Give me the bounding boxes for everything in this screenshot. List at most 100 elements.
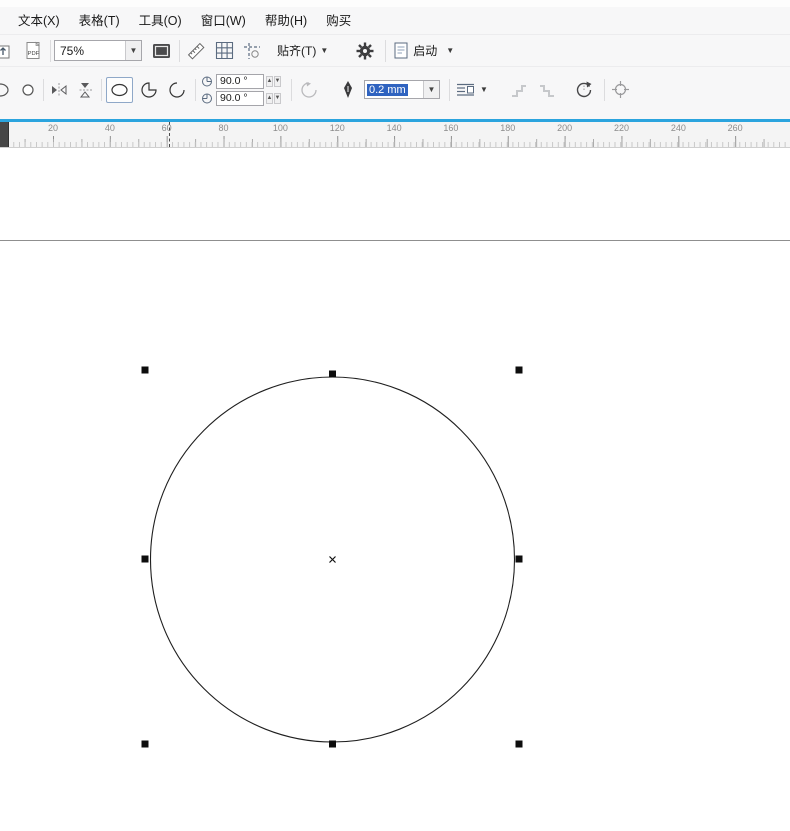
to-back-button[interactable] xyxy=(535,77,559,103)
outline-pen-icon xyxy=(344,81,352,98)
mirror-vertical-icon xyxy=(78,82,92,97)
end-angle-field[interactable]: 90.0 ° xyxy=(216,90,264,106)
zoom-level-combo[interactable]: 75% ▼ xyxy=(54,40,142,61)
ruler-tick-label: 240 xyxy=(670,123,686,133)
to-front-icon xyxy=(511,84,526,97)
outline-width-value: 0.2 mm xyxy=(367,83,408,96)
launch-label: 启动 xyxy=(413,44,438,58)
selection-handle-top-left[interactable] xyxy=(141,366,149,374)
start-angle-icon xyxy=(202,76,212,86)
change-direction-icon xyxy=(301,81,317,98)
toolbar-separator xyxy=(43,78,44,101)
selection-handle-bottom-center[interactable] xyxy=(329,740,336,748)
selection-overlay xyxy=(141,366,523,748)
toolbar-spacer xyxy=(0,112,790,119)
snap-to-button[interactable]: 贴齐(T) ▼ xyxy=(273,38,332,64)
grid-toggle-button[interactable] xyxy=(211,38,237,64)
toolbar-separator xyxy=(101,78,102,101)
mirror-horizontal-button[interactable] xyxy=(47,77,71,103)
selection-handle-bottom-left[interactable] xyxy=(141,740,149,748)
object-center-marker[interactable] xyxy=(329,556,336,563)
menu-buy[interactable]: 购买 xyxy=(326,14,351,28)
selection-handle-top-center[interactable] xyxy=(329,370,336,378)
end-angle-spinner[interactable]: ▲ ▼ xyxy=(266,92,281,104)
ruler-tick-label: 140 xyxy=(386,123,402,133)
toolbar-separator xyxy=(603,78,605,101)
ruler-tick-label: 180 xyxy=(500,123,516,133)
start-angle-spinner[interactable]: ▲ ▼ xyxy=(266,75,281,87)
grid-icon xyxy=(215,41,233,60)
drawing-canvas[interactable] xyxy=(0,148,790,831)
arc-mode-button[interactable] xyxy=(164,77,190,103)
arc-mode-icon xyxy=(169,81,185,98)
angle-controls: 90.0 ° ▲ ▼ 90.0 ° ▲ ▼ xyxy=(200,73,281,106)
zoom-level-value: 75% xyxy=(60,44,85,58)
ruler-tick-label: 200 xyxy=(557,123,573,133)
rotate-icon xyxy=(576,81,592,97)
selection-handle-middle-left[interactable] xyxy=(141,555,149,563)
ruler-tick-label: 160 xyxy=(443,123,459,133)
outline-width-icon-button[interactable] xyxy=(336,77,360,103)
mirror-horizontal-icon xyxy=(52,82,67,97)
end-angle-icon xyxy=(202,93,212,103)
start-angle-value: 90.0 ° xyxy=(220,75,248,87)
rotate-button[interactable] xyxy=(571,77,597,103)
selection-handle-bottom-right[interactable] xyxy=(515,740,523,748)
ruler-tick-label: 100 xyxy=(272,123,288,133)
pie-mode-icon xyxy=(141,81,157,98)
selection-handle-middle-right[interactable] xyxy=(515,555,523,563)
change-direction-button[interactable] xyxy=(296,77,322,103)
menu-window[interactable]: 窗口(W) xyxy=(201,14,246,28)
app-window: 文本(X) 表格(T) 工具(O) 窗口(W) 帮助(H) 购买 PDF 75%… xyxy=(0,0,790,831)
ruler-tick-label: 220 xyxy=(613,123,630,133)
menu-text[interactable]: 文本(X) xyxy=(18,14,60,28)
start-angle-field[interactable]: 90.0 ° xyxy=(216,73,264,89)
center-target-button[interactable] xyxy=(609,77,633,103)
to-front-button[interactable] xyxy=(507,77,531,103)
menu-table[interactable]: 表格(T) xyxy=(79,14,120,28)
circle-icon xyxy=(22,83,34,96)
guidelines-toggle-button[interactable] xyxy=(239,38,265,64)
standard-toolbar: PDF 75% ▼ 贴齐(T) ▼ 启动 ▼ xyxy=(0,35,790,67)
paste-icon[interactable] xyxy=(0,38,14,64)
end-angle-value: 90.0 ° xyxy=(220,92,248,104)
ruler-tick-label: 120 xyxy=(329,123,345,133)
circle-shape-button[interactable] xyxy=(16,77,40,103)
launch-doc-icon xyxy=(394,42,408,59)
wrap-text-icon xyxy=(457,83,474,96)
chevron-down-icon: ▼ xyxy=(320,45,329,55)
menu-help[interactable]: 帮助(H) xyxy=(265,14,307,28)
menu-bar: 文本(X) 表格(T) 工具(O) 窗口(W) 帮助(H) 购买 xyxy=(0,0,790,35)
ellipse-glyph xyxy=(0,82,9,97)
options-button[interactable] xyxy=(352,38,378,64)
wrap-text-button[interactable]: ▼ xyxy=(452,77,491,103)
chevron-down-icon: ▼ xyxy=(480,84,488,94)
paste-icon-glyph xyxy=(0,45,10,58)
guidelines-icon xyxy=(244,42,260,59)
horizontal-ruler[interactable]: 20 40 60 80 100 120 140 160 180 200 220 240 260 xyxy=(0,122,790,148)
toolbar-separator xyxy=(50,39,51,62)
gear-icon xyxy=(356,42,374,59)
pdf-icon: PDF xyxy=(26,41,40,59)
ruler-tick-label: 60 xyxy=(161,123,172,133)
ruler-tick-label: 260 xyxy=(727,123,743,133)
target-icon xyxy=(612,81,630,98)
zoom-dropdown-button[interactable]: ▼ xyxy=(125,41,141,60)
outline-width-combo[interactable]: 0.2 mm ▼ xyxy=(364,80,440,99)
publish-pdf-button[interactable]: PDF xyxy=(20,38,46,64)
outline-width-dropdown-button[interactable]: ▼ xyxy=(423,81,439,98)
rulers-toggle-button[interactable] xyxy=(183,38,209,64)
ellipse-mode-button[interactable] xyxy=(106,76,133,103)
pie-mode-button[interactable] xyxy=(136,77,162,103)
toolbar-separator xyxy=(179,39,180,62)
chevron-down-icon: ▼ xyxy=(446,45,455,55)
ellipse-mode-icon xyxy=(111,83,128,96)
mirror-vertical-button[interactable] xyxy=(73,77,97,103)
fullscreen-preview-button[interactable] xyxy=(148,38,174,64)
ruler-tick-label: 20 xyxy=(47,123,59,133)
launch-button[interactable]: 启动 ▼ xyxy=(390,38,458,64)
ruler-origin[interactable] xyxy=(0,122,9,147)
selection-handle-top-right[interactable] xyxy=(515,366,523,374)
menu-tools[interactable]: 工具(O) xyxy=(139,14,182,28)
ruler-icon xyxy=(187,42,205,59)
